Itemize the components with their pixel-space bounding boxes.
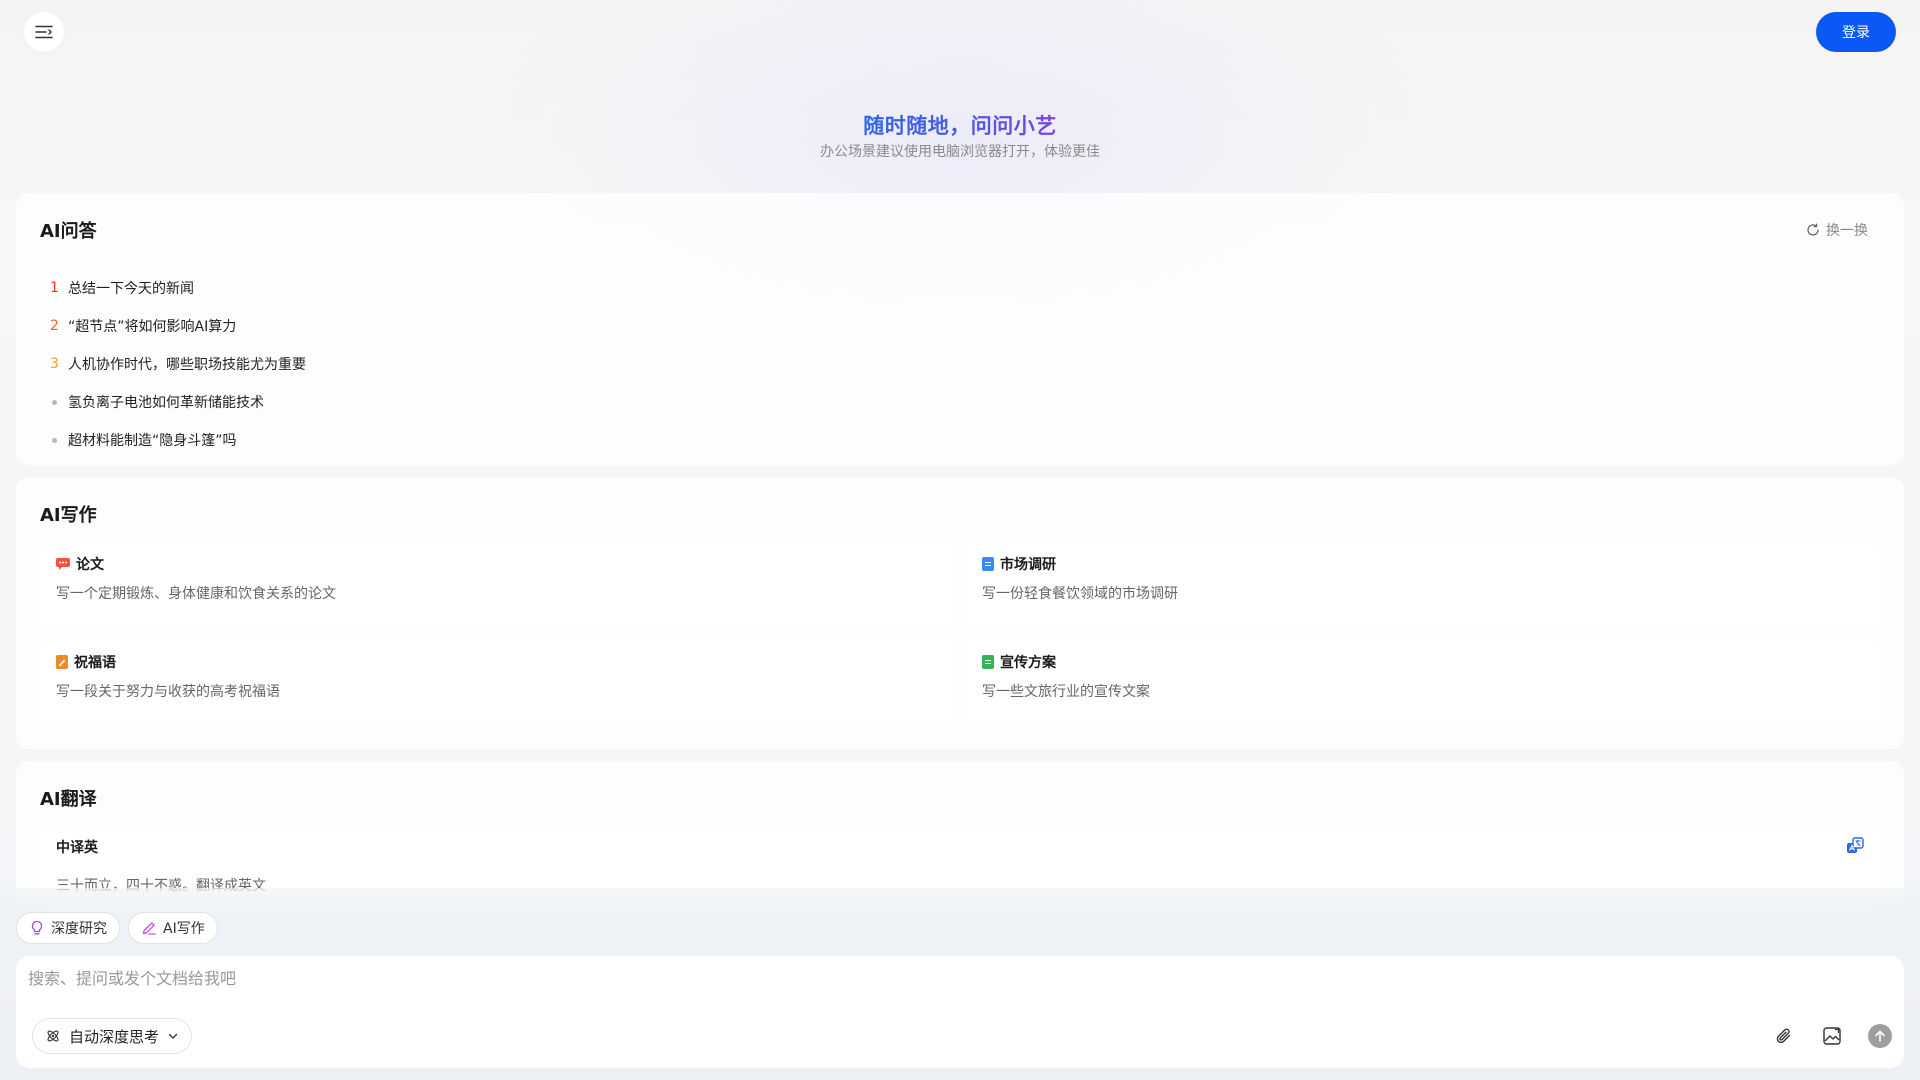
- ai-qa-card: AI问答 换一换 1 总结一下今天的新闻 2 “超节点”将如何影响AI算力 3 …: [16, 193, 1904, 465]
- translate-swap-icon: [1847, 837, 1864, 853]
- refresh-button[interactable]: 换一换: [1806, 220, 1868, 240]
- document-icon: [982, 557, 994, 571]
- menu-button[interactable]: [24, 12, 64, 52]
- lightbulb-icon: [31, 920, 43, 935]
- think-mode-select[interactable]: 自动深度思考: [32, 1018, 193, 1054]
- document-icon: [982, 655, 994, 669]
- qa-item[interactable]: 2 “超节点”将如何影响AI算力: [50, 307, 306, 345]
- menu-icon: [35, 25, 53, 39]
- qa-text: 人机协作时代，哪些职场技能尤为重要: [68, 357, 306, 373]
- hero-title: 随时随地，问问小艺: [863, 114, 1057, 138]
- ai-writing-card: AI写作 论文 写一个定期锻炼、身体健康和饮食关系的论文 市场调研 写一份轻食餐…: [16, 477, 1904, 749]
- hero-subtitle: 办公场景建议使用电脑浏览器打开，体验更佳: [820, 144, 1100, 160]
- login-button[interactable]: 登录: [1816, 12, 1896, 52]
- send-button[interactable]: [1868, 1024, 1892, 1048]
- ai-writing-title: AI写作: [40, 505, 97, 526]
- hero: 随时随地，问问小艺 办公场景建议使用电脑浏览器打开，体验更佳: [0, 112, 1920, 162]
- image-icon: [1823, 1027, 1841, 1045]
- refresh-label: 换一换: [1826, 223, 1868, 239]
- qa-rank: 3: [50, 356, 59, 372]
- attach-button[interactable]: [1772, 1024, 1796, 1048]
- qa-rank: 1: [50, 280, 59, 296]
- chip-label: AI写作: [163, 921, 205, 937]
- paperclip-icon: [1776, 1028, 1791, 1044]
- writing-item-market-research[interactable]: 市场调研 写一份轻食餐饮领域的市场调研: [966, 541, 1880, 629]
- writing-item-paper[interactable]: 论文 写一个定期锻炼、身体健康和饮食关系的论文: [40, 541, 954, 629]
- qa-item[interactable]: 1 总结一下今天的新闻: [50, 269, 306, 307]
- atom-icon: [47, 1030, 59, 1042]
- writing-item-label: 宣传方案: [1000, 655, 1056, 671]
- qa-item[interactable]: 氢负离子电池如何革新储能技术: [50, 383, 306, 421]
- writing-item-label: 论文: [76, 557, 104, 573]
- qa-list: 1 总结一下今天的新闻 2 “超节点”将如何影响AI算力 3 人机协作时代，哪些…: [50, 269, 306, 459]
- chip-label: 深度研究: [51, 921, 107, 937]
- chip-deep-research[interactable]: 深度研究: [16, 912, 120, 944]
- translate-swap-button[interactable]: [1846, 837, 1864, 859]
- ai-translate-title: AI翻译: [40, 789, 97, 810]
- qa-text: 氢负离子电池如何革新储能技术: [68, 395, 264, 411]
- writing-item-desc: 写一份轻食餐饮领域的市场调研: [982, 586, 1178, 602]
- qa-text: “超节点”将如何影响AI算力: [68, 319, 237, 335]
- writing-item-desc: 写一些文旅行业的宣传文案: [982, 684, 1150, 700]
- writing-item-promotion[interactable]: 宣传方案 写一些文旅行业的宣传文案: [966, 639, 1880, 727]
- qa-text: 超材料能制造“隐身斗篷”吗: [68, 433, 237, 449]
- qa-item[interactable]: 3 人机协作时代，哪些职场技能尤为重要: [50, 345, 306, 383]
- writing-item-label: 市场调研: [1000, 557, 1056, 573]
- qa-text: 总结一下今天的新闻: [68, 281, 194, 297]
- refresh-icon: [1807, 223, 1819, 236]
- search-input[interactable]: [28, 964, 928, 992]
- writing-item-desc: 写一个定期锻炼、身体健康和饮食关系的论文: [56, 586, 336, 602]
- writing-item-blessing[interactable]: 祝福语 写一段关于努力与收获的高考祝福语: [40, 639, 954, 727]
- comment-icon: [56, 558, 70, 570]
- chat-input-box: 自动深度思考: [16, 956, 1904, 1068]
- translate-mode: 中译英: [56, 840, 98, 856]
- edit-document-icon: [56, 655, 68, 669]
- arrow-up-icon: [1875, 1030, 1885, 1042]
- writing-item-label: 祝福语: [74, 655, 116, 671]
- chevron-down-icon: [168, 1033, 178, 1039]
- bullet-dot: [50, 437, 68, 443]
- think-mode-label: 自动深度思考: [69, 1027, 160, 1046]
- writing-grid: 论文 写一个定期锻炼、身体健康和饮食关系的论文 市场调研 写一份轻食餐饮领域的市…: [40, 541, 1880, 727]
- bullet-dot: [50, 399, 68, 405]
- qa-item[interactable]: 超材料能制造“隐身斗篷”吗: [50, 421, 306, 459]
- chip-ai-writing[interactable]: AI写作: [128, 912, 218, 944]
- quick-chips: 深度研究 AI写作: [16, 912, 218, 944]
- ai-qa-title: AI问答: [40, 221, 97, 242]
- pen-icon: [142, 922, 156, 935]
- qa-rank: 2: [50, 318, 59, 334]
- image-upload-button[interactable]: [1820, 1024, 1844, 1048]
- writing-item-desc: 写一段关于努力与收获的高考祝福语: [56, 684, 280, 700]
